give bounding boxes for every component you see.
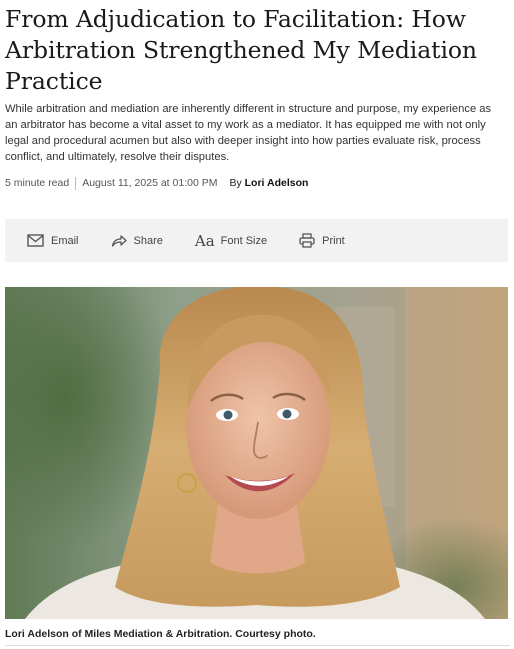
print-label: Print <box>322 234 345 247</box>
share-toolbar: Email Share Aa Font Size Print <box>5 219 508 262</box>
byline-prefix: By <box>229 177 242 189</box>
caption-divider <box>5 645 510 646</box>
author-photo <box>5 287 508 619</box>
email-label: Email <box>51 234 79 247</box>
share-label: Share <box>133 234 163 247</box>
read-time: 5 minute read <box>5 177 70 189</box>
share-arrow-icon <box>111 235 127 247</box>
font-size-icon: Aa <box>194 231 215 250</box>
author-link[interactable]: Lori Adelson <box>245 177 309 189</box>
portrait-illustration <box>5 287 508 619</box>
font-size-button[interactable]: Aa Font Size <box>195 232 267 250</box>
article-meta: 5 minute read August 11, 2025 at 01:00 P… <box>5 175 510 191</box>
meta-divider <box>75 176 77 190</box>
article-headline: From Adjudication to Facilitation: How A… <box>5 5 477 95</box>
email-button[interactable]: Email <box>27 234 79 247</box>
share-button[interactable]: Share <box>111 234 163 247</box>
printer-icon <box>299 233 315 248</box>
font-size-label: Font Size <box>220 234 268 247</box>
publish-date: August 11, 2025 at 01:00 PM <box>82 177 218 189</box>
photo-caption: Lori Adelson of Miles Mediation & Arbitr… <box>5 628 316 640</box>
article-dek: While arbitration and mediation are inhe… <box>5 103 492 163</box>
envelope-icon <box>27 234 44 247</box>
byline: By Lori Adelson <box>229 177 308 189</box>
print-button[interactable]: Print <box>299 233 345 248</box>
